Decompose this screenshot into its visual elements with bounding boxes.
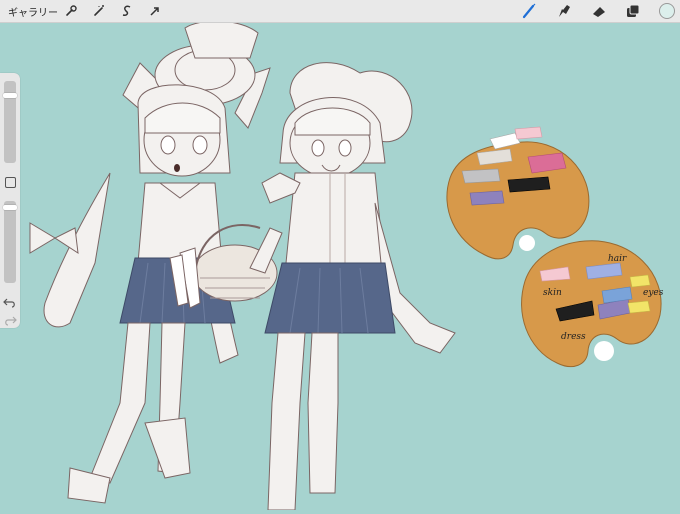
redo-icon[interactable] bbox=[3, 311, 17, 326]
right-girl-skirt bbox=[264, 262, 396, 334]
brush-size-slider[interactable] bbox=[3, 81, 17, 163]
magic-wand-icon[interactable] bbox=[90, 2, 108, 20]
smudge-icon[interactable] bbox=[555, 2, 573, 20]
right-girl-leg-right bbox=[307, 332, 339, 494]
brush-size-thumb[interactable] bbox=[3, 92, 17, 98]
top-toolbar: ギャラリー bbox=[0, 0, 680, 23]
eraser-icon[interactable] bbox=[590, 2, 608, 20]
swatch-light-pink bbox=[514, 126, 543, 140]
opacity-thumb[interactable] bbox=[3, 204, 17, 210]
swatch-lavender bbox=[469, 190, 505, 206]
swatch-yellow bbox=[627, 300, 651, 314]
modify-button[interactable] bbox=[5, 177, 16, 188]
wrench-icon[interactable] bbox=[62, 2, 80, 20]
swatch-black bbox=[507, 176, 551, 193]
color-swatch-icon[interactable] bbox=[658, 2, 676, 20]
label-dress: dress bbox=[561, 332, 586, 342]
artwork: skin hair eyes dress bbox=[0, 20, 680, 511]
brush-sidebar bbox=[0, 73, 20, 328]
undo-icon[interactable] bbox=[3, 293, 17, 308]
gallery-button[interactable]: ギャラリー bbox=[8, 4, 58, 19]
label-skin: skin bbox=[543, 288, 562, 298]
drawing-canvas[interactable]: skin hair eyes dress bbox=[0, 20, 680, 511]
brush-icon[interactable] bbox=[520, 2, 538, 20]
transform-arrow-icon[interactable] bbox=[146, 2, 164, 20]
palette-1-hole bbox=[519, 235, 535, 251]
swatch-gray bbox=[461, 168, 501, 184]
layers-icon[interactable] bbox=[624, 2, 642, 20]
right-girl-shirt bbox=[284, 172, 386, 274]
label-eyes: eyes bbox=[643, 288, 664, 298]
swatch-eyes bbox=[629, 274, 651, 288]
selection-icon[interactable] bbox=[118, 2, 136, 20]
opacity-slider[interactable] bbox=[3, 201, 17, 283]
label-hair: hair bbox=[608, 254, 627, 264]
palette-2-hole bbox=[594, 341, 614, 361]
